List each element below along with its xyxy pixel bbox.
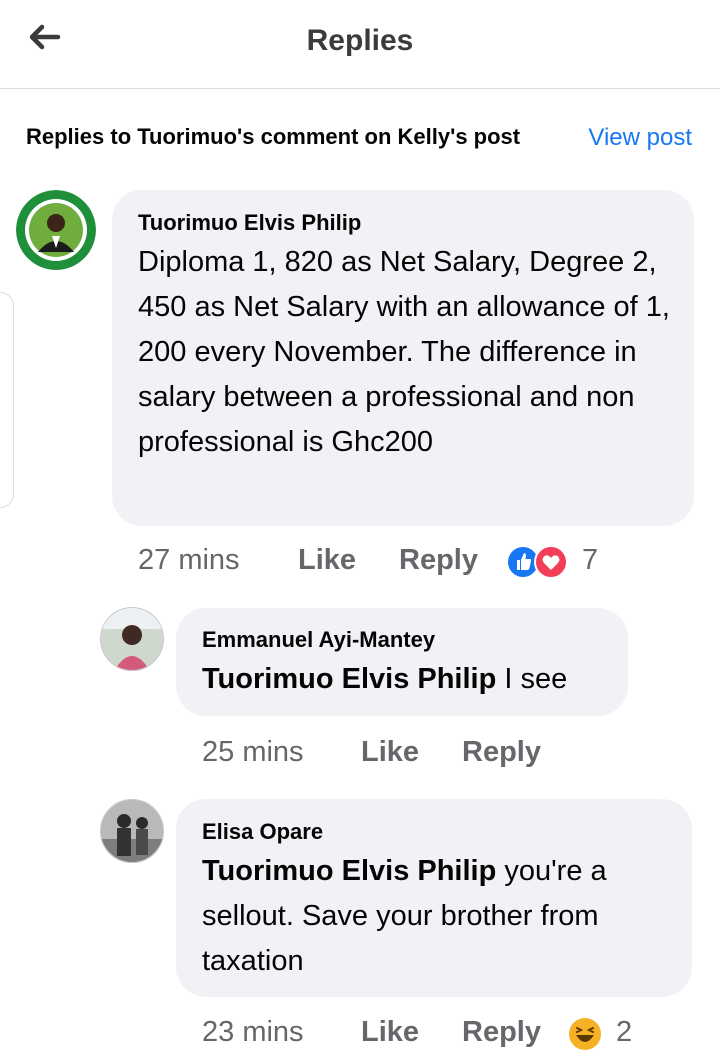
haha-icon <box>569 1018 601 1050</box>
avatar[interactable] <box>100 799 164 863</box>
reaction-count: 7 <box>582 544 599 576</box>
reply-timestamp: 23 mins <box>202 1016 304 1048</box>
adjacent-card-edge <box>0 292 14 508</box>
like-button[interactable]: Like <box>361 736 419 769</box>
reply-text: Tuorimuo Elvis Philip you're a sellout. … <box>202 855 607 977</box>
avatar[interactable] <box>100 607 164 671</box>
mention-link[interactable]: Tuorimuo Elvis Philip <box>202 663 496 695</box>
like-button[interactable]: Like <box>298 544 356 577</box>
mention-link[interactable]: Tuorimuo Elvis Philip <box>202 855 496 887</box>
reply-author[interactable]: Elisa Opare <box>202 819 323 845</box>
replies-context-label: Replies to Tuorimuo's comment on Kelly's… <box>26 124 521 149</box>
reply-button[interactable]: Reply <box>462 1016 541 1049</box>
reply-text: Tuorimuo Elvis Philip I see <box>202 663 568 695</box>
reply-timestamp: 25 mins <box>202 736 304 768</box>
view-post-link[interactable]: View post <box>588 124 692 152</box>
reply-author[interactable]: Emmanuel Ayi-Mantey <box>202 627 435 653</box>
like-button[interactable]: Like <box>361 1016 419 1049</box>
reactions-summary[interactable]: 2 <box>568 1016 648 1053</box>
comment-timestamp: 27 mins <box>138 544 240 576</box>
reply-button[interactable]: Reply <box>462 736 541 769</box>
top-bar: Replies <box>0 0 720 89</box>
comment-author[interactable]: Tuorimuo Elvis Philip <box>138 210 361 236</box>
comment-text: Diploma 1, 820 as Net Salary, Degree 2, … <box>138 246 670 458</box>
reply-button[interactable]: Reply <box>399 544 478 577</box>
avatar[interactable] <box>16 190 96 270</box>
love-icon <box>534 545 568 579</box>
reaction-count: 2 <box>616 1016 633 1048</box>
reactions-summary[interactable]: 7 <box>506 544 616 581</box>
page-title: Replies <box>306 24 414 57</box>
